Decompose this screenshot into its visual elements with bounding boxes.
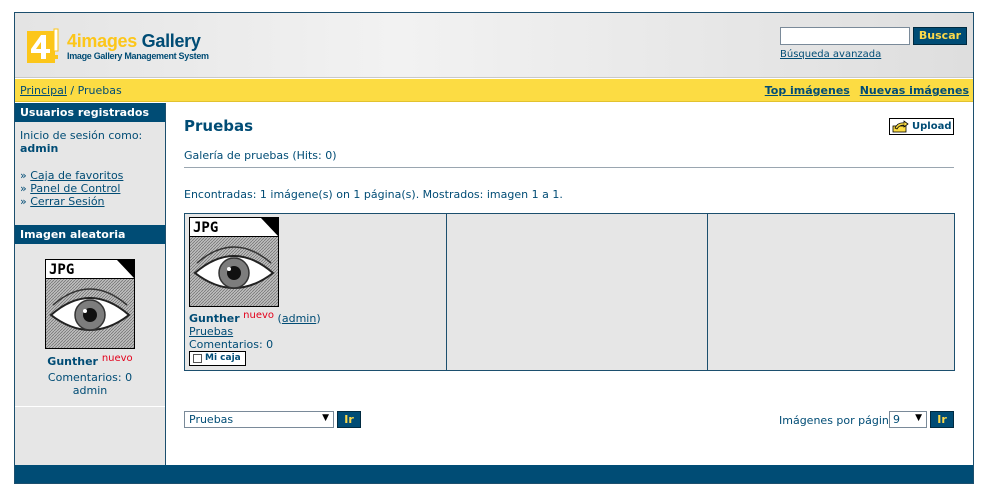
category-description: Galería de pruebas (Hits: 0) [184,149,337,162]
username: admin [20,142,59,155]
user-links: » Caja de favoritos » Panel de Control »… [20,169,123,208]
logo-brand: 4images [67,31,137,51]
per-page-select[interactable]: 9 ▼ [889,411,927,428]
grid-cell: JPG Gunther nuevo (admin) Pruebas Coment… [185,214,447,370]
random-image-name[interactable]: Gunther [47,355,98,368]
breadcrumb-home-link[interactable]: Principal [20,84,67,97]
breadcrumb-current: Pruebas [77,84,122,97]
breadcrumb-separator: / [66,84,78,97]
image-title: Gunther nuevo (admin) [189,310,321,325]
link-bullet: » [20,169,31,182]
image-category-link[interactable]: Pruebas [189,325,233,338]
grid-cell-empty [447,214,708,370]
per-page-label: Imágenes por página: [779,414,900,427]
category-go-button[interactable]: Ir [337,411,361,428]
image-user-link[interactable]: admin [282,312,316,325]
category-select[interactable]: Pruebas ▼ [184,411,334,428]
footer [15,465,973,483]
search-input[interactable] [780,27,910,45]
upload-label: Upload [912,121,952,132]
logo-4-icon [27,28,59,63]
dropdown-arrow-icon: ▼ [915,413,922,423]
category-select-value: Pruebas [189,413,234,426]
navbar: Principal / Pruebas Top imágenes Nuevas … [15,79,973,102]
breadcrumb: Principal / Pruebas [20,84,122,97]
thumbnail-grid: JPG Gunther nuevo (admin) Pruebas Coment… [184,213,955,371]
sidebar: Usuarios registrados Inicio de sesión co… [15,103,166,465]
random-image-comments: Comentarios: 0 [47,371,133,384]
logout-link[interactable]: Cerrar Sesión [30,195,104,208]
random-image-title: Gunther nuevo [15,353,165,368]
checkbox-icon [193,354,202,363]
lightbox-button[interactable]: Mi caja [189,351,246,366]
main-content: Pruebas Upload Galería de pruebas (Hits:… [167,103,973,465]
random-image-user: admin [72,384,108,397]
top-images-link[interactable]: Top imágenes [765,84,850,97]
advanced-search-link[interactable]: Búsqueda avanzada [780,49,881,60]
image-thumbnail[interactable]: JPG [189,217,279,307]
random-image-heading: Imagen aleatoria [15,225,165,244]
divider [184,167,954,168]
logged-as-label: Inicio de sesión como: [20,129,143,142]
logo-title: 4images Gallery [67,31,201,52]
registered-users-heading: Usuarios registrados [15,103,165,122]
sidebar-item-control-panel: » Panel de Control [20,182,123,195]
header: 4images Gallery Image Gallery Management… [15,13,973,78]
jpg-badge: JPG [49,262,74,278]
dropdown-arrow-icon: ▼ [322,413,329,423]
sidebar-item-favorites: » Caja de favoritos [20,169,123,182]
upload-arrow-icon [892,120,909,133]
image-comments: Comentarios: 0 [189,338,274,351]
sidebar-item-logout: » Cerrar Sesión [20,195,123,208]
random-image-box: JPG Gunther nuevo Comentarios: 0 admin [15,245,165,407]
login-info: Inicio de sesión como: admin [20,129,142,155]
link-bullet: » [20,182,31,195]
grid-cell-empty [708,214,954,370]
page-frame: 4images Gallery Image Gallery Management… [14,12,974,484]
results-summary: Encontradas: 1 imágene(s) on 1 página(s)… [184,188,563,201]
logo-gallery: Gallery [136,31,201,51]
new-images-link[interactable]: Nuevas imágenes [860,84,969,97]
lightbox-label: Mi caja [205,353,241,363]
new-badge: nuevo [101,353,133,364]
jpg-badge: JPG [193,220,218,236]
search-button[interactable]: Buscar [913,27,967,45]
link-bullet: » [20,195,31,208]
user-paren-close: ) [316,312,321,325]
per-page-go-button[interactable]: Ir [930,411,954,428]
random-image-thumbnail[interactable]: JPG [45,259,135,349]
per-page-value: 9 [893,413,900,426]
nav-links: Top imágenes Nuevas imágenes [759,84,969,97]
page-title: Pruebas [184,117,254,135]
image-name[interactable]: Gunther [189,312,240,325]
logo-subtitle: Image Gallery Management System [67,51,209,61]
upload-button[interactable]: Upload [889,118,954,135]
new-badge: nuevo [243,310,275,321]
control-panel-link[interactable]: Panel de Control [30,182,120,195]
favorites-link[interactable]: Caja de favoritos [30,169,123,182]
